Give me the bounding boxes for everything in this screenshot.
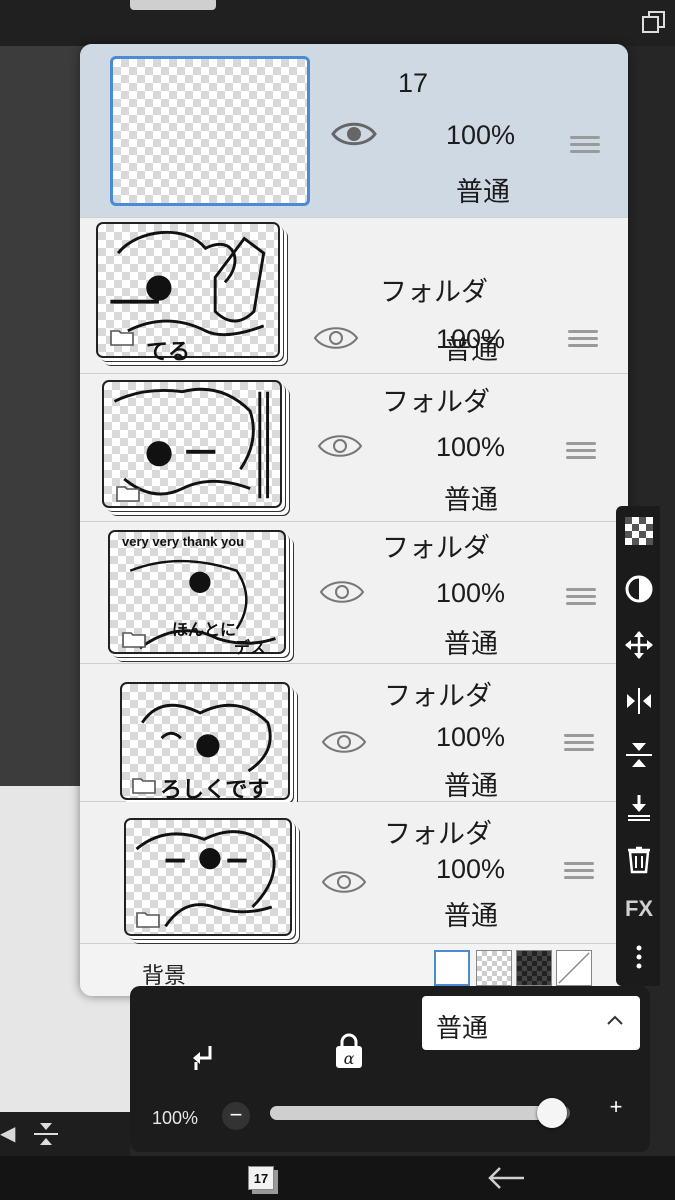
folder-icon <box>122 630 146 648</box>
move-icon[interactable] <box>624 630 654 660</box>
flip-vertical-icon[interactable] <box>624 740 654 770</box>
layer-tool-strip: FX <box>616 506 660 986</box>
layer-blend-mode: 普通 <box>456 177 510 207</box>
layer-opacity: 100% <box>436 854 506 884</box>
blend-mode-value: 普通 <box>436 1013 489 1043</box>
eye-icon[interactable] <box>320 726 368 758</box>
opacity-decrease-button[interactable]: − <box>222 1102 250 1130</box>
layer-blend-mode: 普通 <box>444 901 498 931</box>
folder-row[interactable]: てる フォルダ 100% <box>80 218 628 374</box>
layer-blend-mode: 普通 <box>444 335 498 365</box>
bg-none-swatch[interactable] <box>556 950 592 986</box>
folder-icon <box>110 328 134 346</box>
layer-name: 17 <box>398 68 429 98</box>
top-handle <box>130 0 216 10</box>
layer-opacity: 100% <box>436 578 506 608</box>
system-nav-bar: 17 <box>0 1156 675 1200</box>
folder-thumbnail[interactable] <box>102 380 282 508</box>
back-arrow-icon[interactable] <box>484 1160 528 1196</box>
folder-icon <box>116 484 140 502</box>
more-icon[interactable] <box>624 942 654 972</box>
folder-icon <box>132 776 156 794</box>
checker-icon[interactable] <box>624 516 654 546</box>
folder-thumbnail[interactable]: てる <box>96 222 280 364</box>
drag-handle-icon[interactable] <box>566 588 596 606</box>
drag-handle-icon[interactable] <box>568 330 598 348</box>
layer-thumbnail[interactable] <box>110 56 310 206</box>
opacity-slider-knob[interactable] <box>537 1098 567 1128</box>
thumbnail-text: ろしくです <box>160 777 270 802</box>
thumbnail-text: デス <box>234 640 267 657</box>
thumbnail-text: very very thank you <box>122 534 245 549</box>
eye-icon[interactable] <box>330 118 378 150</box>
eye-icon[interactable] <box>316 430 364 462</box>
alpha-lock-icon[interactable]: α <box>332 1032 366 1072</box>
opacity-slider-fill <box>270 1106 552 1120</box>
folder-row[interactable]: フォルダ 100% 普通 <box>80 374 628 522</box>
drag-handle-icon[interactable] <box>564 734 594 752</box>
layer-name: フォルダ <box>380 277 488 307</box>
layer-opacity: 100% <box>446 120 516 150</box>
eye-icon[interactable] <box>318 576 366 608</box>
opacity-label: 100% <box>152 1108 199 1128</box>
left-arrow-icon[interactable]: ◀ <box>0 1122 15 1146</box>
page-count: 17 <box>248 1166 274 1190</box>
flip-horizontal-icon[interactable] <box>624 686 654 716</box>
drag-handle-icon[interactable] <box>570 136 600 154</box>
page-switcher[interactable]: 17 <box>248 1166 278 1196</box>
drag-handle-icon[interactable] <box>564 862 594 880</box>
contrast-icon[interactable] <box>624 574 654 604</box>
layer-opacity: 100% <box>436 432 506 462</box>
layer-controls-bar: α 普通 100% − + <box>130 986 650 1152</box>
flip-vertical-icon[interactable] <box>30 1120 62 1148</box>
folder-icon <box>136 910 160 928</box>
merge-down-icon[interactable] <box>624 792 654 822</box>
clip-icon[interactable] <box>186 1040 222 1076</box>
layer-name: フォルダ <box>382 533 490 563</box>
canvas-toolbar: ◀ <box>0 1112 130 1156</box>
layer-row-selected[interactable]: 17 100% 普通 <box>80 44 628 218</box>
folder-thumbnail[interactable]: very very thank you ほんとに デス <box>108 530 286 657</box>
opacity-increase-button[interactable]: + <box>602 1094 630 1122</box>
layer-name: フォルダ <box>382 387 490 417</box>
folder-row[interactable]: very very thank you ほんとに デス フォルダ 100% 普通 <box>80 522 628 664</box>
thumbnail-text: ほんとに <box>172 622 237 639</box>
opacity-slider[interactable] <box>270 1098 570 1128</box>
layer-opacity: 100% <box>436 722 506 752</box>
layer-name: フォルダ <box>384 681 492 711</box>
bg-dark-checker-swatch[interactable] <box>516 950 552 986</box>
eye-icon[interactable] <box>320 866 368 898</box>
folder-row[interactable]: ろしくです フォルダ 100% 普通 <box>80 664 628 802</box>
folder-thumbnail[interactable]: ろしくです <box>120 682 290 802</box>
layer-blend-mode: 普通 <box>444 485 498 515</box>
bg-white-swatch[interactable] <box>434 950 470 986</box>
layer-blend-mode: 普通 <box>444 629 498 659</box>
window-switch-icon[interactable] <box>640 8 668 36</box>
fx-button[interactable]: FX <box>624 894 654 924</box>
bg-light-checker-swatch[interactable] <box>476 950 512 986</box>
layer-name: フォルダ <box>384 819 492 849</box>
svg-text:α: α <box>344 1049 355 1068</box>
blend-mode-select[interactable]: 普通 <box>422 996 640 1050</box>
chevron-up-icon <box>604 1010 626 1032</box>
trash-icon[interactable] <box>624 844 654 874</box>
drag-handle-icon[interactable] <box>566 442 596 460</box>
eye-icon[interactable] <box>312 322 360 354</box>
thumbnail-text: てる <box>146 339 191 364</box>
layer-blend-mode: 普通 <box>444 771 498 801</box>
folder-row[interactable]: フォルダ 100% 普通 <box>80 802 628 944</box>
folder-thumbnail[interactable] <box>124 818 292 936</box>
top-bar <box>0 0 675 46</box>
layers-panel: 17 100% 普通 てる フォルダ 100% 普通 フォルダ 100% 普通 … <box>80 44 628 996</box>
